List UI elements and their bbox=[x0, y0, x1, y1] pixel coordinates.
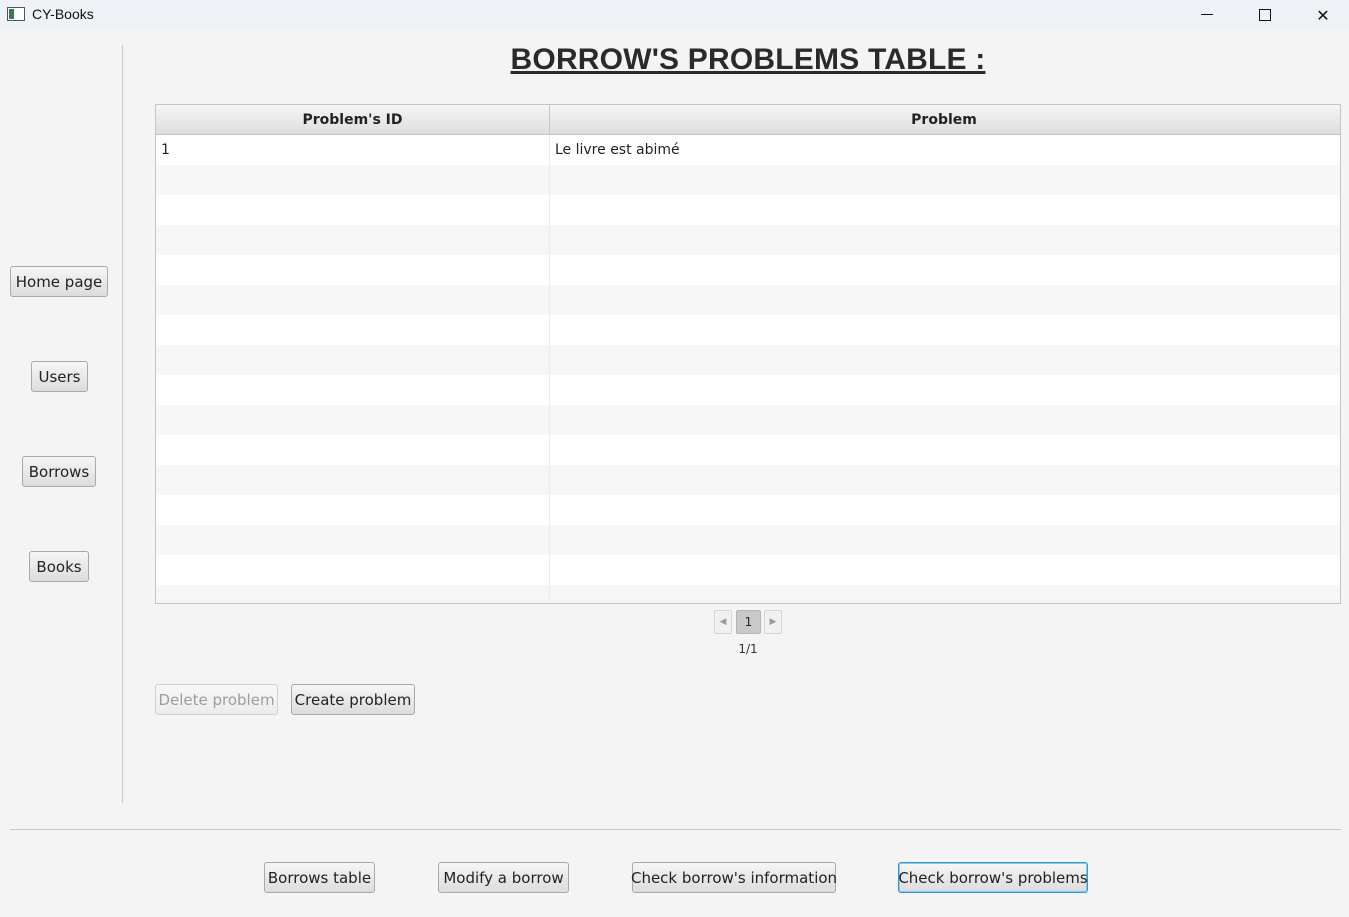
cell-problem-id bbox=[156, 375, 550, 405]
minimize-icon[interactable] bbox=[1178, 0, 1236, 30]
cell-problem-id bbox=[156, 285, 550, 315]
table-row[interactable] bbox=[156, 255, 1340, 285]
column-header-problem-id[interactable]: Problem's ID bbox=[156, 105, 550, 135]
delete-problem-button[interactable]: Delete problem bbox=[155, 684, 278, 715]
cell-problem bbox=[550, 465, 1340, 495]
cell-problem bbox=[550, 585, 1340, 603]
table-row[interactable]: 1 Le livre est abimé bbox=[156, 135, 1340, 165]
table-header: Problem's ID Problem bbox=[156, 105, 1340, 135]
cell-problem-id bbox=[156, 165, 550, 195]
borrows-table-button[interactable]: Borrows table bbox=[264, 862, 375, 893]
cell-problem-id bbox=[156, 195, 550, 225]
window-titlebar: CY-Books ✕ bbox=[0, 0, 1349, 30]
cell-problem bbox=[550, 345, 1340, 375]
table-row[interactable] bbox=[156, 225, 1340, 255]
cell-problem bbox=[550, 195, 1340, 225]
create-problem-button[interactable]: Create problem bbox=[291, 684, 415, 715]
sidebar-books-button[interactable]: Books bbox=[29, 551, 89, 582]
cell-problem bbox=[550, 405, 1340, 435]
check-borrow-problems-button[interactable]: Check borrow's problems bbox=[898, 862, 1088, 893]
problems-table[interactable]: Problem's ID Problem 1 Le livre est abimé bbox=[155, 104, 1341, 604]
next-page-icon[interactable]: ▶ bbox=[764, 610, 782, 634]
page-button[interactable]: 1 bbox=[736, 610, 761, 634]
cell-problem-id bbox=[156, 255, 550, 285]
sidebar-home-page-button[interactable]: Home page bbox=[10, 266, 108, 297]
app-icon bbox=[7, 7, 25, 21]
previous-page-icon[interactable]: ◀ bbox=[714, 610, 732, 634]
table-row[interactable] bbox=[156, 195, 1340, 225]
cell-problem-id bbox=[156, 585, 550, 603]
cell-problem bbox=[550, 225, 1340, 255]
cell-problem bbox=[550, 315, 1340, 345]
table-row[interactable] bbox=[156, 585, 1340, 603]
page-title: BORROW'S PROBLEMS TABLE : bbox=[510, 43, 986, 76]
bottom-divider bbox=[10, 829, 1341, 830]
sidebar-divider bbox=[122, 45, 123, 803]
cell-problem bbox=[550, 255, 1340, 285]
cell-problem bbox=[550, 165, 1340, 195]
cell-problem-id bbox=[156, 435, 550, 465]
table-row[interactable] bbox=[156, 555, 1340, 585]
table-row[interactable] bbox=[156, 345, 1340, 375]
sidebar-borrows-button[interactable]: Borrows bbox=[22, 456, 96, 487]
table-row[interactable] bbox=[156, 165, 1340, 195]
cell-problem-id bbox=[156, 465, 550, 495]
table-row[interactable] bbox=[156, 315, 1340, 345]
cell-problem-id bbox=[156, 525, 550, 555]
sidebar-users-button[interactable]: Users bbox=[31, 361, 88, 392]
table-row[interactable] bbox=[156, 285, 1340, 315]
cell-problem-id: 1 bbox=[156, 135, 550, 165]
table-row[interactable] bbox=[156, 405, 1340, 435]
table-row[interactable] bbox=[156, 525, 1340, 555]
table-body: 1 Le livre est abimé bbox=[156, 135, 1340, 603]
cell-problem-id bbox=[156, 345, 550, 375]
table-row[interactable] bbox=[156, 465, 1340, 495]
cell-problem bbox=[550, 285, 1340, 315]
table-row[interactable] bbox=[156, 435, 1340, 465]
cell-problem-id bbox=[156, 405, 550, 435]
cell-problem-id bbox=[156, 315, 550, 345]
cell-problem bbox=[550, 495, 1340, 525]
modify-borrow-button[interactable]: Modify a borrow bbox=[438, 862, 569, 893]
close-icon[interactable]: ✕ bbox=[1294, 0, 1349, 30]
cell-problem: Le livre est abimé bbox=[555, 142, 680, 158]
cell-problem bbox=[550, 435, 1340, 465]
cell-problem-id bbox=[156, 225, 550, 255]
cell-problem bbox=[550, 375, 1340, 405]
window-title: CY-Books bbox=[32, 6, 94, 22]
maximize-icon[interactable] bbox=[1236, 0, 1294, 30]
column-header-problem[interactable]: Problem bbox=[550, 105, 1338, 135]
table-row[interactable] bbox=[156, 495, 1340, 525]
cell-problem bbox=[550, 525, 1340, 555]
cell-problem-id bbox=[156, 555, 550, 585]
table-row[interactable] bbox=[156, 375, 1340, 405]
cell-problem-id bbox=[156, 495, 550, 525]
check-borrow-information-button[interactable]: Check borrow's information bbox=[631, 862, 837, 893]
cell-problem bbox=[550, 555, 1340, 585]
page-indicator: 1/1 bbox=[738, 642, 758, 656]
